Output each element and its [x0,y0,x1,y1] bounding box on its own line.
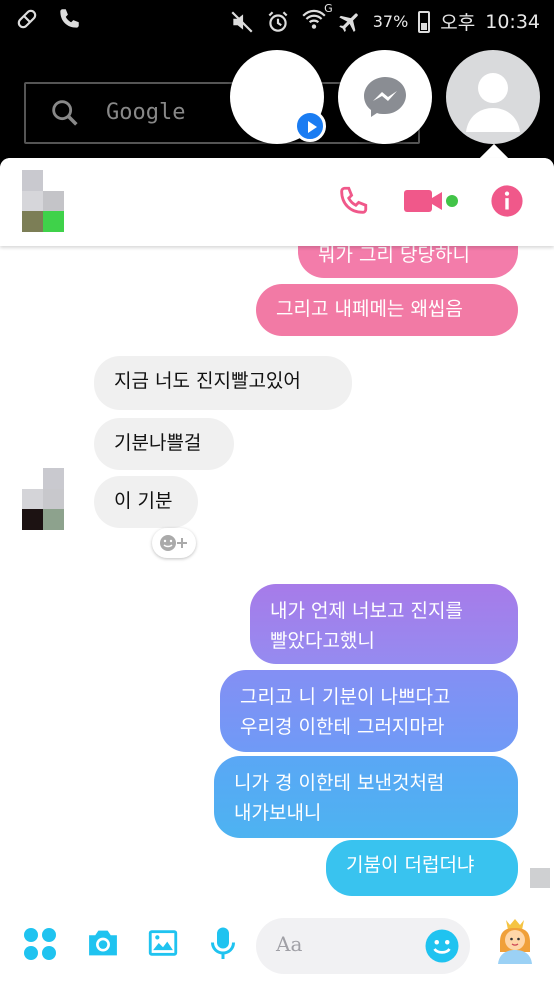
emoji-icon[interactable] [424,928,460,964]
wifi-icon [302,9,326,29]
microphone-icon[interactable] [208,926,238,962]
chat-head-1[interactable] [230,50,326,144]
messenger-icon [364,77,406,117]
composer: Aa [0,898,554,986]
message-in[interactable]: 이 기분 [94,476,198,528]
add-reaction-button[interactable] [152,528,196,558]
status-bar: G 37% 오후 10:34 [0,0,554,40]
ampm-label: 오후 [440,12,476,34]
call-icon[interactable] [336,184,370,218]
message-out[interactable]: 그리고 니 기분이 나쁘다고 우리경 이한테 그러지마라 [220,670,518,752]
mute-icon [231,10,253,33]
battery-icon [418,10,431,33]
search-icon [52,100,78,126]
phone-icon [60,9,79,28]
clock: 10:34 [485,10,540,33]
active-dot [446,195,458,207]
message-out[interactable]: 내가 언제 너보고 진지를 빨았다고했니 [250,584,518,664]
google-label: Google [106,100,186,125]
play-icon [294,110,326,142]
battery-percent: 37% [372,12,409,31]
video-icon [404,190,442,212]
wifi-indicator: G [301,2,333,37]
chat-header [0,158,554,246]
smiley-plus-icon [160,535,187,551]
more-apps-icon[interactable] [24,928,56,960]
message-in[interactable]: 지금 너도 진지빨고있어 [94,356,352,410]
message-placeholder: Aa [276,932,303,956]
avatar-silhouette-icon [466,73,520,132]
camera-icon[interactable] [84,926,122,960]
message-out[interactable]: 니가 경 이한테 보낸것처럼 내가보내니 [214,756,518,838]
message-list: 뭐가 그리 당당하니 그리고 내페메는 왜씹음 지금 너도 진지빨고있어 기분나… [0,218,554,906]
info-icon[interactable] [490,184,524,218]
message-input[interactable]: Aa [256,918,470,974]
pill-icon [17,9,37,29]
message-out[interactable]: 그리고 내페메는 왜씹음 [256,284,518,336]
alarm-icon [268,10,288,32]
network-type: G [324,2,333,15]
message-in[interactable]: 기분나쁠걸 [94,418,234,470]
chat-head-messenger[interactable] [338,50,432,144]
seen-indicator [530,868,550,888]
princess-emoji-icon[interactable] [492,914,538,964]
sender-avatar[interactable] [22,468,64,530]
chat-head-profile[interactable] [446,50,540,144]
message-out[interactable]: 기붐이 더럽더냐 [326,840,518,896]
video-call-button[interactable] [402,186,458,216]
contact-avatar[interactable] [22,170,64,232]
gallery-icon[interactable] [146,926,180,960]
chat-panel: 뭐가 그리 당당하니 그리고 내페메는 왜씹음 지금 너도 진지빨고있어 기분나… [0,158,554,986]
airplane-icon [338,13,358,32]
